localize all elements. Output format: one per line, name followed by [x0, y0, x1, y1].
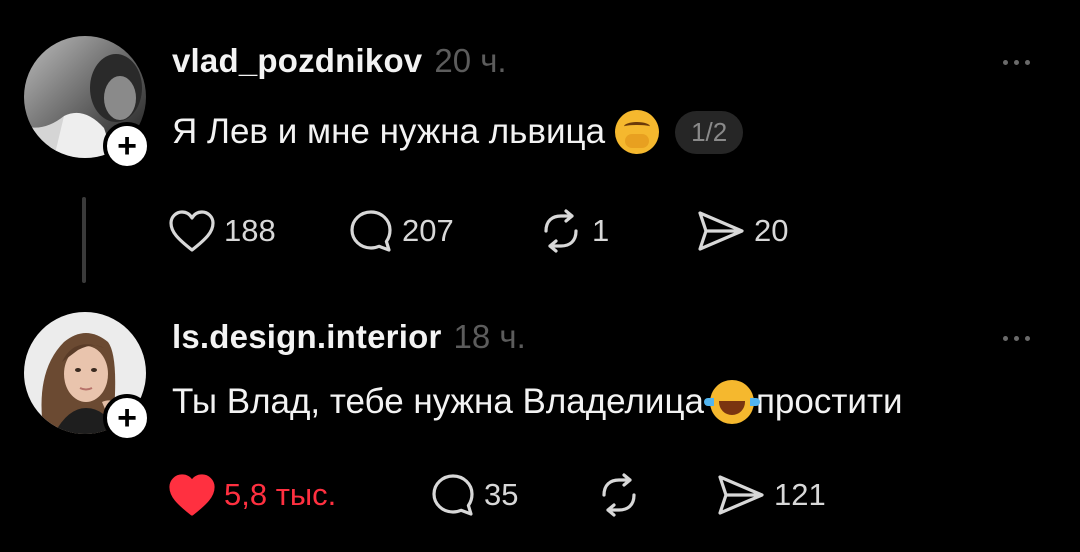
- post-header: vlad_pozdnikov 20 ч.: [172, 42, 507, 80]
- heart-icon: [169, 474, 215, 516]
- repost-button[interactable]: 1: [538, 209, 696, 253]
- like-count: 5,8 тыс.: [224, 477, 337, 512]
- share-count: 121: [774, 477, 826, 512]
- heart-icon: [169, 210, 215, 252]
- comment-count: 207: [402, 213, 454, 248]
- comment-icon: [432, 474, 474, 516]
- repost-icon: [544, 209, 578, 253]
- page-indicator: 1/2: [675, 110, 744, 154]
- repost-icon: [602, 473, 636, 517]
- action-bar: 5,8 тыс. 35 121: [168, 472, 826, 518]
- comment-count: 35: [484, 477, 519, 512]
- share-icon: [698, 211, 744, 251]
- timestamp: 20 ч.: [434, 42, 507, 79]
- share-button[interactable]: 20: [696, 209, 788, 253]
- follow-plus-icon[interactable]: +: [103, 394, 151, 442]
- post-text-tail: простити: [755, 382, 903, 421]
- like-count: 188: [224, 213, 276, 248]
- repost-button[interactable]: [596, 473, 716, 517]
- action-bar: 188 207 1 20: [168, 208, 788, 254]
- thread-line: [82, 197, 86, 283]
- follow-plus-icon[interactable]: +: [103, 122, 151, 170]
- thread-post: + vlad_pozdnikov 20 ч. Я Лев и мне нужна…: [0, 0, 1080, 290]
- post-text-content: Я Лев и мне нужна львица: [172, 112, 606, 151]
- timestamp: 18 ч.: [453, 318, 526, 355]
- username[interactable]: vlad_pozdnikov: [172, 42, 422, 80]
- share-count: 20: [754, 213, 789, 248]
- hand-over-mouth-emoji-icon: [615, 110, 660, 154]
- post-text: Ты Влад, тебе нужна Владелица простити: [172, 380, 903, 424]
- post-text-content: Ты Влад, тебе нужна Владелица: [172, 382, 704, 421]
- repost-count: 1: [592, 213, 610, 248]
- post-header: ls.design.interior 18 ч.: [172, 318, 526, 356]
- post-text: Я Лев и мне нужна львица 1/2: [172, 110, 744, 154]
- like-button[interactable]: 5,8 тыс.: [168, 473, 430, 517]
- comment-icon: [350, 210, 392, 252]
- more-icon[interactable]: [1003, 60, 1030, 65]
- username[interactable]: ls.design.interior: [172, 318, 442, 356]
- comment-button[interactable]: 207: [348, 208, 538, 254]
- thread-post: + ls.design.interior 18 ч. Ты Влад, тебе…: [0, 290, 1080, 552]
- more-icon[interactable]: [1003, 336, 1030, 341]
- share-icon: [718, 475, 764, 515]
- comment-button[interactable]: 35: [430, 472, 596, 518]
- tears-of-joy-emoji-icon: [703, 380, 760, 424]
- like-button[interactable]: 188: [168, 209, 348, 253]
- share-button[interactable]: 121: [716, 473, 826, 517]
